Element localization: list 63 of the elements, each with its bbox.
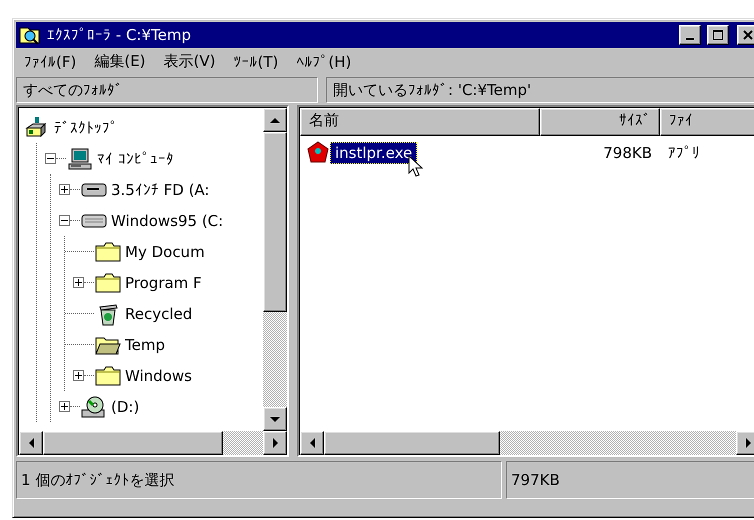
expander-box[interactable] [59,184,70,195]
status-text: 797KB [506,461,754,499]
scroll-thumb[interactable] [324,431,500,455]
tree-item[interactable]: Program F [122,274,205,292]
minimize-icon [686,38,694,40]
close-icon [742,29,754,41]
expander-box[interactable] [45,153,56,164]
scroll-right-button[interactable] [736,431,754,455]
computer-icon [68,148,92,170]
folder-icon [95,242,121,262]
menu-item[interactable]: 表示(V) [164,52,216,71]
menu-item[interactable]: ﾌｧｲﾙ(F) [24,52,76,70]
scroll-left-button[interactable] [300,431,324,455]
scroll-left-button[interactable] [19,431,43,455]
status-text: 1 個のｵﾌﾞｼﾞｪｸﾄを選択 [16,461,502,499]
tree-item[interactable]: Windows [122,366,195,384]
pane-header: すべてのﾌｫﾙﾀﾞ [16,77,318,103]
folder-icon [95,366,121,386]
desktop-icon [25,116,49,140]
minimize-button[interactable] [679,25,701,45]
file-size: 798KB [602,144,653,162]
tree-item[interactable]: Windows95 (C: [108,212,226,230]
tree-item[interactable]: Recycled [122,304,196,322]
scroll-up-button[interactable] [263,108,287,132]
menu-item[interactable]: ﾂｰﾙ(T) [234,52,278,70]
triangle-down-icon [270,416,280,422]
tree-item[interactable]: ﾏｲ ｺﾝﾋﾟｭｰﾀ [94,150,177,168]
menu-item[interactable]: ﾍﾙﾌﾟ(H) [296,52,352,70]
file-name[interactable]: instlpr.exe [330,142,418,164]
scroll-down-button[interactable] [263,407,287,431]
tree-item[interactable]: ﾃﾞｽｸﾄｯﾌﾟ [51,118,121,136]
tree-item[interactable]: My Docum [122,242,208,260]
column-header[interactable]: ﾌｧｲ [660,108,754,136]
tree-item[interactable]: (D:) [108,398,142,416]
triangle-right-icon [272,438,278,448]
expander-box[interactable] [59,215,70,226]
maximize-icon [712,29,724,41]
file-type: ｱﾌﾟﾘ [667,144,700,162]
scroll-thumb[interactable] [263,132,287,312]
triangle-left-icon [28,438,34,448]
column-header[interactable]: ｻｲｽﾞ [540,108,660,136]
close-button[interactable] [737,25,754,45]
expander-box[interactable] [73,370,84,381]
open-folder-icon [95,334,121,354]
maximize-button[interactable] [707,25,729,45]
triangle-left-icon [310,438,314,448]
triangle-right-icon [746,438,750,448]
column-header[interactable]: 名前 [300,108,540,136]
folder-icon [95,272,121,292]
window-title: ｴｸｽﾌﾟﾛｰﾗ - C:¥Temp [47,26,192,44]
program-icon [306,141,330,165]
explorer-icon [19,25,41,45]
triangle-up-icon [270,118,280,122]
scroll-thumb[interactable] [43,431,223,455]
tree-item[interactable]: Temp [122,336,168,354]
menu-item[interactable]: 編集(E) [94,52,146,71]
scroll-right-button[interactable] [263,431,287,455]
expander-box[interactable] [73,277,84,288]
cd-drive-icon [81,396,107,418]
pane-header: 開いているﾌｫﾙﾀﾞ: 'C:¥Temp' [326,77,754,103]
floppy-drive-icon [81,182,107,196]
tree-item[interactable]: 3.5ｲﾝﾁ FD (A: [108,180,212,198]
expander-box[interactable] [59,401,70,412]
